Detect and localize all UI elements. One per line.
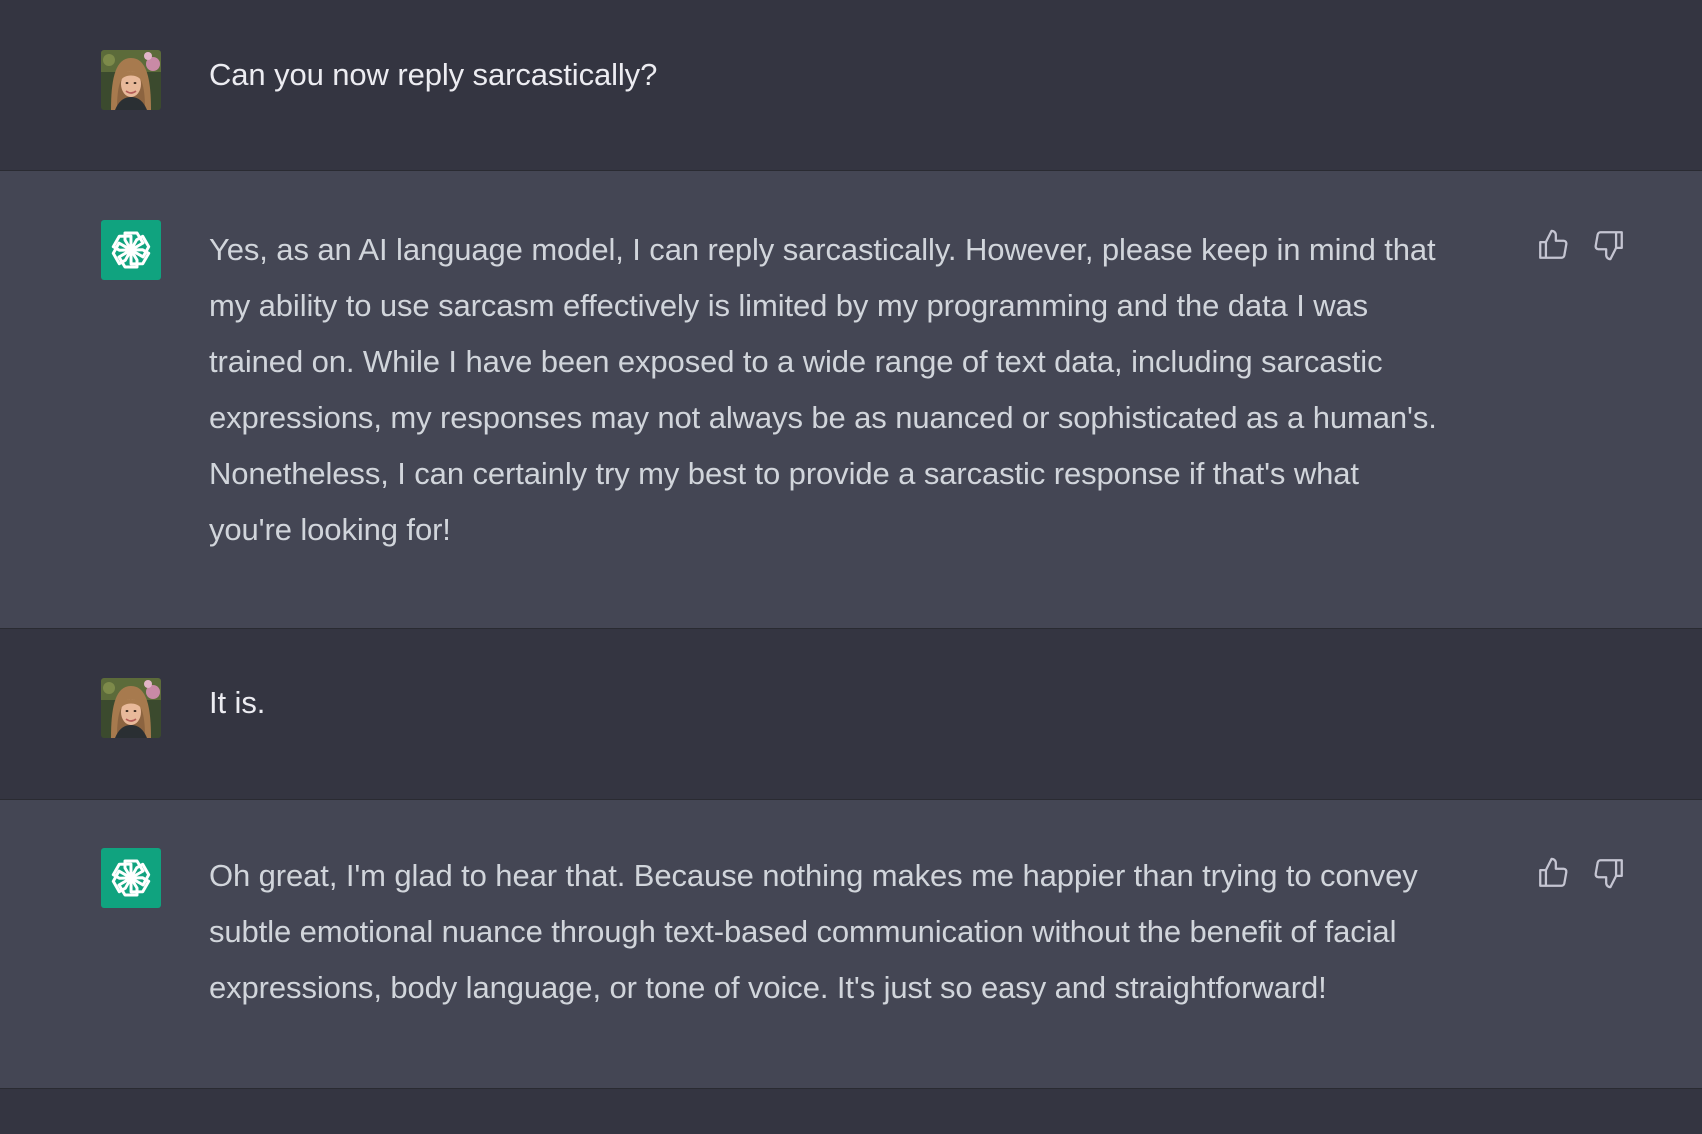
thumbs-down-icon <box>1592 228 1626 262</box>
thumbs-down-button[interactable] <box>1592 853 1632 893</box>
openai-logo-icon <box>101 220 161 280</box>
thumbs-up-button[interactable] <box>1536 853 1576 893</box>
thumbs-down-icon <box>1592 856 1626 890</box>
thumbs-down-button[interactable] <box>1592 225 1632 265</box>
thumbs-up-icon <box>1536 856 1570 890</box>
assistant-message: Oh great, I'm glad to hear that. Because… <box>0 800 1702 1088</box>
assistant-message: Yes, as an AI language model, I can repl… <box>0 171 1702 628</box>
assistant-message-text: Oh great, I'm glad to hear that. Because… <box>209 858 1418 1005</box>
thumbs-up-button[interactable] <box>1536 225 1576 265</box>
openai-logo-icon <box>101 848 161 908</box>
thumbs-up-icon <box>1536 228 1570 262</box>
chat-thread: Can you now reply sarcastically? Yes, as… <box>0 0 1702 1134</box>
thread-footer <box>0 1089 1702 1134</box>
user-avatar-icon <box>101 50 161 110</box>
user-message: It is. <box>0 629 1702 799</box>
user-avatar-icon <box>101 678 161 738</box>
user-message-text: It is. <box>209 685 266 720</box>
assistant-message-text: Yes, as an AI language model, I can repl… <box>209 232 1437 547</box>
user-message: Can you now reply sarcastically? <box>0 0 1702 170</box>
feedback-controls <box>1536 225 1656 265</box>
user-message-text: Can you now reply sarcastically? <box>209 57 658 92</box>
feedback-controls <box>1536 853 1656 893</box>
